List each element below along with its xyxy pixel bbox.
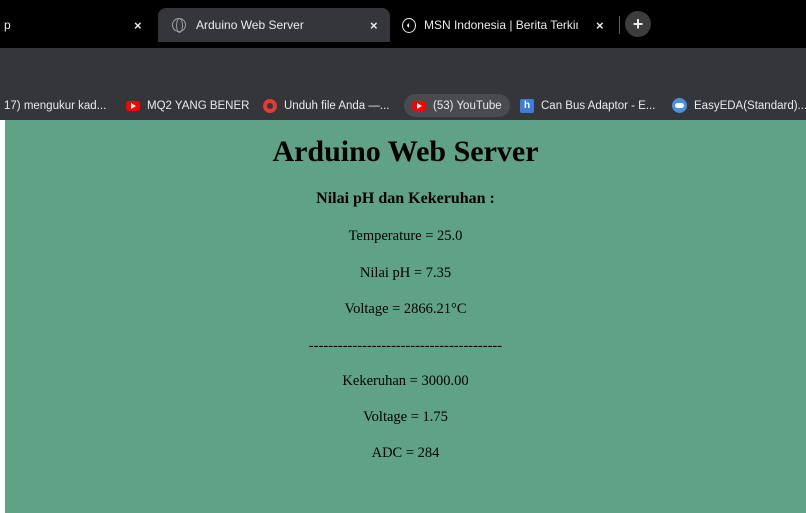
tab-previous-close-icon[interactable]: ×	[134, 18, 142, 33]
bookmark-label: Unduh file Anda —...	[284, 99, 390, 112]
adc-reading: ADC = 284	[371, 445, 440, 461]
divider-line: ----------------------------------------	[308, 338, 503, 354]
globe-icon	[172, 18, 186, 33]
bookmark-label: MQ2 YANG BENER	[147, 99, 250, 112]
tab-arduino-close-icon[interactable]: ×	[370, 18, 378, 33]
page-title: Arduino Web Server	[272, 135, 539, 168]
temperature-reading: Temperature = 25.0	[348, 228, 463, 244]
tab-previous[interactable]: p ×	[0, 8, 150, 42]
msn-icon: ◐	[402, 17, 416, 33]
kekeruhan-reading: Kekeruhan = 3000.00	[342, 373, 469, 389]
tab-previous-title: p	[4, 18, 11, 32]
bookmark-mengukur[interactable]: 17) mengukur kad...	[4, 94, 106, 117]
browser-toolbar	[0, 48, 806, 90]
bookmark-mq2[interactable]: MQ2 YANG BENER	[126, 94, 249, 117]
bookmark-can-bus[interactable]: h Can Bus Adaptor - E...	[520, 94, 655, 117]
bookmark-label: (53) YouTube	[433, 99, 502, 112]
tab-strip: p × Arduino Web Server × ◐ MSN Indonesia…	[0, 0, 806, 48]
h-icon: h	[520, 98, 534, 113]
bookmarks-bar: 17) mengukur kad... MQ2 YANG BENER Unduh…	[0, 90, 806, 120]
youtube-icon	[126, 100, 140, 111]
voltage-reading-2: Voltage = 1.75	[363, 409, 448, 425]
youtube-icon	[412, 100, 426, 111]
page-content: Arduino Web Server Nilai pH dan Kekeruha…	[5, 120, 806, 513]
tab-msn-title: MSN Indonesia | Berita Terkini I	[423, 18, 578, 32]
tab-msn-indonesia[interactable]: ◐ MSN Indonesia | Berita Terkini I ×	[398, 8, 618, 42]
bookmark-youtube[interactable]: (53) YouTube	[404, 94, 510, 117]
bookmark-unduh[interactable]: Unduh file Anda —...	[263, 94, 389, 117]
unduh-icon	[263, 98, 277, 113]
new-tab-button[interactable]: +	[625, 11, 651, 37]
ph-reading: Nilai pH = 7.35	[359, 265, 452, 281]
easyeda-icon	[672, 98, 687, 113]
page-subtitle: Nilai pH dan Kekeruhan :	[316, 190, 495, 207]
bookmark-label: EasyEDA(Standard)...	[694, 99, 806, 112]
voltage-reading-1: Voltage = 2866.21°C	[344, 301, 467, 317]
bookmark-label: Can Bus Adaptor - E...	[541, 99, 656, 112]
tab-separator	[619, 16, 620, 34]
tab-msn-close-icon[interactable]: ×	[596, 18, 604, 33]
tab-arduino-web-server[interactable]: Arduino Web Server ×	[158, 8, 390, 42]
bookmark-label: 17) mengukur kad...	[4, 99, 107, 112]
bookmark-easyeda[interactable]: EasyEDA(Standard)...	[672, 94, 806, 117]
tab-arduino-title: Arduino Web Server	[196, 18, 304, 32]
